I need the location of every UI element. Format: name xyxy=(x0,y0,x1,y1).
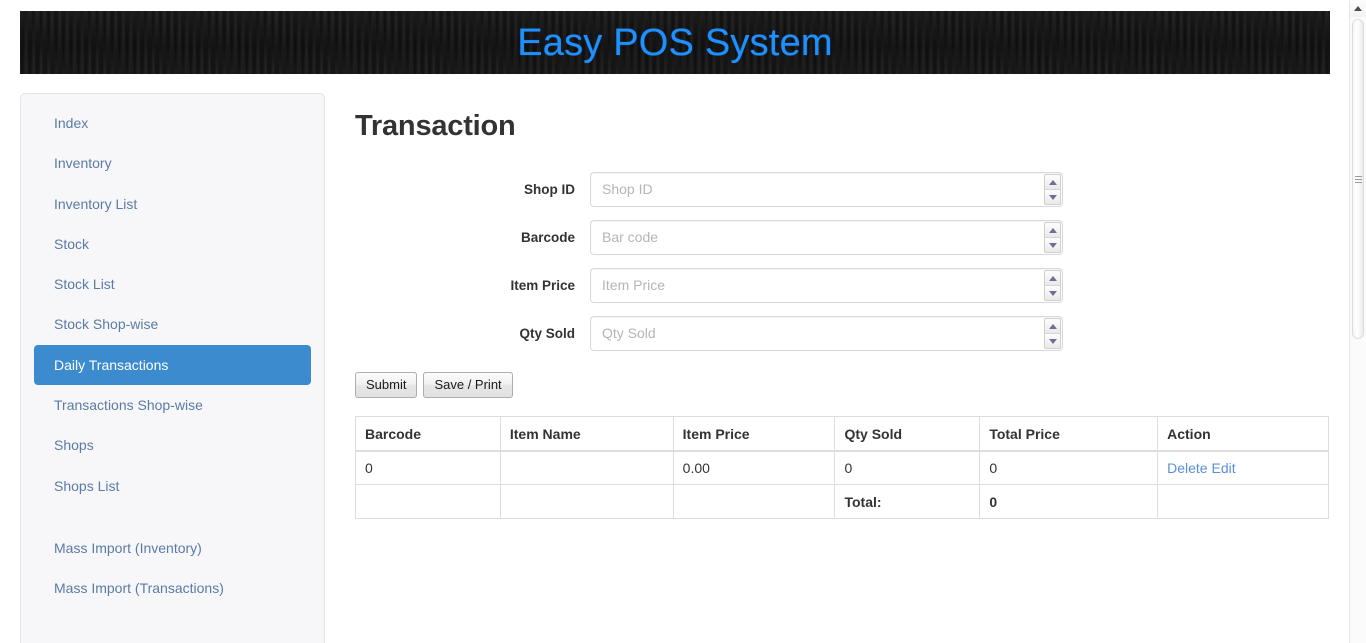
sidebar-item-shops[interactable]: Shops xyxy=(21,425,324,465)
label-item-price: Item Price xyxy=(355,278,590,293)
sidebar-link-inventory[interactable]: Inventory xyxy=(34,143,311,183)
main-content: Transaction Shop ID Barcode xyxy=(355,93,1330,519)
column-header-qty-sold: Qty Sold xyxy=(835,417,980,451)
delete-link[interactable]: Delete xyxy=(1167,460,1207,476)
sidebar-item-stock-list[interactable]: Stock List xyxy=(21,264,324,304)
form-row-qty-sold: Qty Sold xyxy=(355,316,1330,351)
submit-button[interactable]: Submit xyxy=(355,372,417,399)
stepper-down-icon[interactable] xyxy=(1045,333,1060,348)
footer-total-label: Total: xyxy=(835,485,980,519)
qty-sold-stepper[interactable] xyxy=(1044,318,1061,349)
stepper-down-icon[interactable] xyxy=(1045,237,1060,252)
cell-barcode: 0 xyxy=(356,451,501,485)
table-head: Barcode Item Name Item Price Qty Sold To… xyxy=(356,417,1329,451)
form-actions: Submit Save / Print xyxy=(355,372,1330,399)
shop-id-input[interactable] xyxy=(590,172,1063,207)
stepper-down-icon[interactable] xyxy=(1045,189,1060,204)
sidebar-link-shops-list[interactable]: Shops List xyxy=(34,466,311,506)
item-price-stepper[interactable] xyxy=(1044,270,1061,301)
cell-qty-sold: 0 xyxy=(835,451,980,485)
stepper-down-icon[interactable] xyxy=(1045,285,1060,300)
field-wrap-item-price xyxy=(590,268,1063,303)
app-title: Easy POS System xyxy=(517,24,833,62)
cell-action: Delete Edit xyxy=(1158,451,1329,485)
form-row-barcode: Barcode xyxy=(355,220,1330,255)
page-title: Transaction xyxy=(355,93,1330,144)
sidebar-link-index[interactable]: Index xyxy=(34,103,311,143)
stepper-up-icon[interactable] xyxy=(1045,223,1060,238)
page-root: Easy POS System Index Inventory Inventor… xyxy=(0,0,1366,643)
sidebar-item-stock-shop-wise[interactable]: Stock Shop-wise xyxy=(21,304,324,344)
item-price-input[interactable] xyxy=(590,268,1063,303)
sidebar-item-index[interactable]: Index xyxy=(21,103,324,143)
table-body: 0 0.00 0 0 Delete Edit Total: 0 xyxy=(356,451,1329,519)
column-header-item-price: Item Price xyxy=(673,417,835,451)
sidebar-link-daily-transactions[interactable]: Daily Transactions xyxy=(34,345,311,385)
field-wrap-barcode xyxy=(590,220,1063,255)
sidebar-link-mass-import-inventory[interactable]: Mass Import (Inventory) xyxy=(34,528,311,568)
cell-item-price: 0.00 xyxy=(673,451,835,485)
footer-cell-barcode xyxy=(356,485,501,519)
edit-link[interactable]: Edit xyxy=(1211,460,1235,476)
footer-cell-item-price xyxy=(673,485,835,519)
stepper-up-icon[interactable] xyxy=(1045,319,1060,334)
sidebar-link-shops[interactable]: Shops xyxy=(34,425,311,465)
sidebar-link-stock[interactable]: Stock xyxy=(34,224,311,264)
field-wrap-qty-sold xyxy=(590,316,1063,351)
cell-total-price: 0 xyxy=(980,451,1158,485)
field-wrap-shop-id xyxy=(590,172,1063,207)
sidebar-item-inventory[interactable]: Inventory xyxy=(21,143,324,183)
shop-id-stepper[interactable] xyxy=(1044,174,1061,205)
scrollbar-thumb[interactable] xyxy=(1352,19,1364,339)
label-shop-id: Shop ID xyxy=(355,182,590,197)
sidebar-divider xyxy=(21,506,324,528)
table-row: 0 0.00 0 0 Delete Edit xyxy=(356,451,1329,485)
sidebar-link-mass-import-transactions[interactable]: Mass Import (Transactions) xyxy=(34,568,311,608)
scroll-up-arrow-icon[interactable] xyxy=(1350,0,1366,17)
footer-cell-item-name xyxy=(500,485,673,519)
sidebar-item-stock[interactable]: Stock xyxy=(21,224,324,264)
cell-item-name xyxy=(500,451,673,485)
sidebar-nav-list: Index Inventory Inventory List Stock Sto… xyxy=(21,103,324,609)
column-header-barcode: Barcode xyxy=(356,417,501,451)
sidebar-item-transactions-shop-wise[interactable]: Transactions Shop-wise xyxy=(21,385,324,425)
sidebar-item-inventory-list[interactable]: Inventory List xyxy=(21,184,324,224)
sidebar-link-inventory-list[interactable]: Inventory List xyxy=(34,184,311,224)
sidebar-link-stock-shop-wise[interactable]: Stock Shop-wise xyxy=(34,304,311,344)
column-header-item-name: Item Name xyxy=(500,417,673,451)
transaction-form: Shop ID Barcode xyxy=(355,172,1330,351)
sidebar: Index Inventory Inventory List Stock Sto… xyxy=(20,93,325,643)
grip-lines-icon xyxy=(1355,174,1362,185)
footer-cell-action xyxy=(1158,485,1329,519)
column-header-total-price: Total Price xyxy=(980,417,1158,451)
label-barcode: Barcode xyxy=(355,230,590,245)
form-row-item-price: Item Price xyxy=(355,268,1330,303)
table-footer-row: Total: 0 xyxy=(356,485,1329,519)
form-row-shop-id: Shop ID xyxy=(355,172,1330,207)
table-header-row: Barcode Item Name Item Price Qty Sold To… xyxy=(356,417,1329,451)
sidebar-link-transactions-shop-wise[interactable]: Transactions Shop-wise xyxy=(34,385,311,425)
barcode-input[interactable] xyxy=(590,220,1063,255)
sidebar-item-mass-import-transactions[interactable]: Mass Import (Transactions) xyxy=(21,568,324,608)
barcode-stepper[interactable] xyxy=(1044,222,1061,253)
sidebar-item-mass-import-inventory[interactable]: Mass Import (Inventory) xyxy=(21,528,324,568)
stepper-up-icon[interactable] xyxy=(1045,175,1060,190)
sidebar-item-shops-list[interactable]: Shops List xyxy=(21,466,324,506)
footer-total-value: 0 xyxy=(980,485,1158,519)
save-print-button[interactable]: Save / Print xyxy=(423,372,512,399)
sidebar-item-daily-transactions[interactable]: Daily Transactions xyxy=(21,345,324,385)
vertical-scrollbar[interactable] xyxy=(1349,0,1366,643)
qty-sold-input[interactable] xyxy=(590,316,1063,351)
stepper-up-icon[interactable] xyxy=(1045,271,1060,286)
app-header: Easy POS System xyxy=(20,11,1330,74)
column-header-action: Action xyxy=(1158,417,1329,451)
transactions-table: Barcode Item Name Item Price Qty Sold To… xyxy=(355,416,1329,519)
label-qty-sold: Qty Sold xyxy=(355,326,590,341)
sidebar-link-stock-list[interactable]: Stock List xyxy=(34,264,311,304)
